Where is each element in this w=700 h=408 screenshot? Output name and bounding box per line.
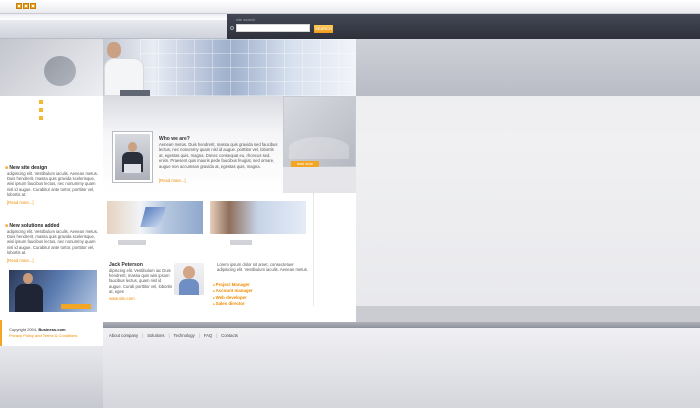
staff-intro: Lorem ipsum dolor sit amet, consectetuer… <box>217 262 309 273</box>
caption-bar <box>118 240 146 245</box>
who-photo <box>112 131 153 183</box>
search-button[interactable]: SEARCH <box>314 25 333 33</box>
bottom-area <box>103 328 700 408</box>
eyes-image <box>107 201 203 234</box>
footer-link-technology[interactable]: Technology <box>174 333 195 338</box>
role-link[interactable]: Web developer <box>213 295 253 301</box>
right-content-panel <box>313 194 700 306</box>
footer-link-faq[interactable]: FAQ <box>204 333 212 338</box>
who-text: Aenean metus. Duis hendrerit, massa quis… <box>159 142 278 169</box>
role-link[interactable]: Sales director <box>213 301 253 307</box>
news-text: adipiscing elit. Vestibulum iaculis. Aen… <box>7 171 99 197</box>
footer-link-solutions[interactable]: Solutions <box>147 333 164 338</box>
search-input[interactable] <box>236 24 310 32</box>
news-text: adipiscing elit. Vestibulum iaculis. Aen… <box>7 229 99 255</box>
logo[interactable] <box>16 3 36 9</box>
bottom-left <box>0 346 103 408</box>
building-graphic <box>140 39 356 96</box>
footer-nav: About company | Solutions | Technology | FA… <box>109 333 242 338</box>
read-more-link[interactable]: [Read more...] <box>7 258 34 263</box>
separator: | <box>198 333 200 338</box>
right-strip <box>356 306 700 322</box>
right-panel <box>356 96 700 194</box>
logo-square-icon <box>16 3 22 9</box>
caption-bar <box>230 240 252 245</box>
separator: | <box>216 333 218 338</box>
logo-square-icon <box>30 3 36 9</box>
search-bullet-icon <box>230 26 234 30</box>
read-more-link[interactable]: [Read more...] <box>7 200 34 205</box>
businessman-photo <box>9 270 97 312</box>
oval-graphic <box>44 56 76 86</box>
separator: | <box>142 333 144 338</box>
footer-link-about[interactable]: About company <box>109 333 138 338</box>
bullet-icon <box>39 100 43 104</box>
header-nav-strip <box>0 20 227 39</box>
roles-list: Project Manager Account manager Web deve… <box>213 282 253 307</box>
contact-text: dipiscing elit. Vestibulum iac Duis hend… <box>109 268 173 294</box>
role-link[interactable]: Account manager <box>213 288 253 294</box>
top-bar <box>0 0 700 14</box>
search-label: site search <box>236 17 256 22</box>
separator: | <box>168 333 170 338</box>
promo-box <box>283 96 356 167</box>
bullet-icon <box>39 108 43 112</box>
hero-person-head <box>107 42 121 58</box>
headset-woman-image <box>210 201 306 234</box>
header-right-panel <box>356 39 700 96</box>
copyright: Copyright 2004, Business.com <box>9 327 66 332</box>
contact-link[interactable]: www.site.com <box>109 296 135 301</box>
logo-square-icon <box>23 3 29 9</box>
contact-photo <box>174 263 204 295</box>
read-more-link[interactable]: [Read more...] <box>159 178 186 183</box>
privacy-link[interactable]: Privacy Policy and Terms & Conditions <box>9 333 77 338</box>
promo-button[interactable]: read more <box>291 161 319 167</box>
footer-link-contacts[interactable]: Contacts <box>221 333 238 338</box>
bullet-icon <box>39 116 43 120</box>
